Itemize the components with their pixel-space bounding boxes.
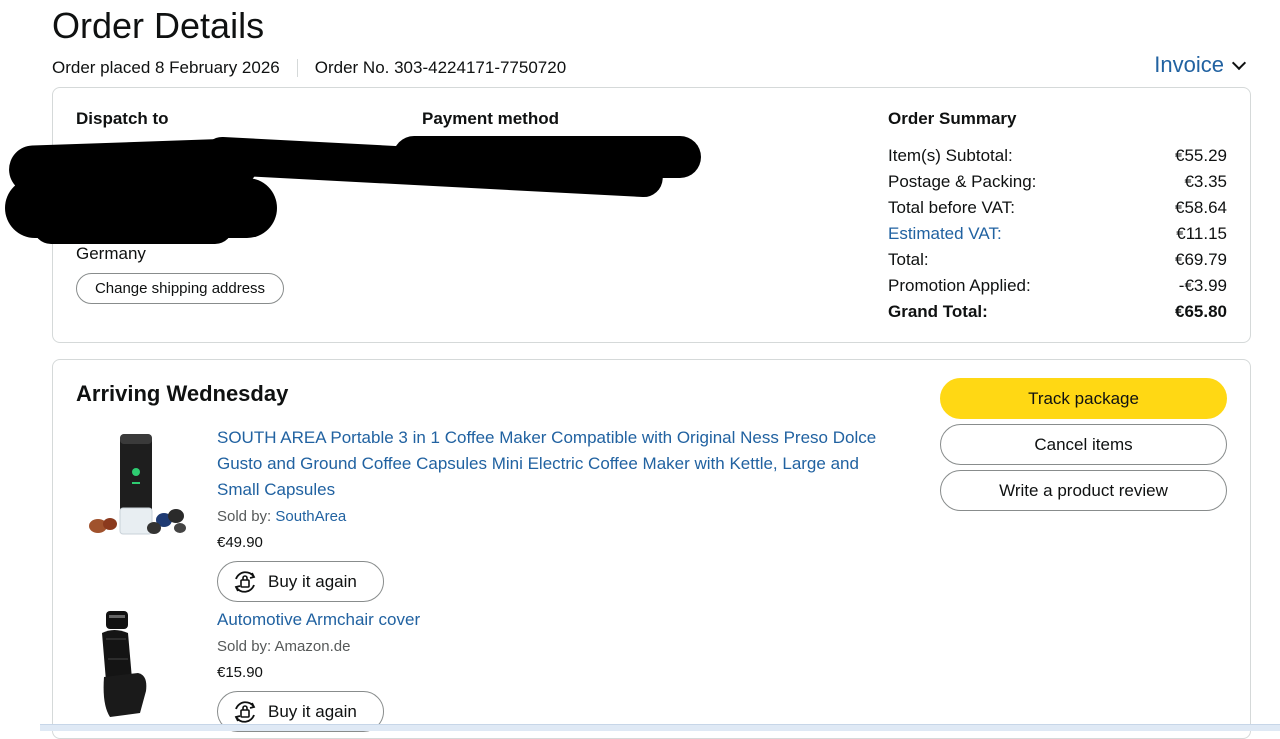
order-meta: Order placed 8 February 2026 Order No. 3… <box>52 57 566 79</box>
summary-label: Item(s) Subtotal: <box>888 146 1013 165</box>
summary-row-total: Total: €69.79 <box>888 247 1227 273</box>
delivery-status-heading: Arriving Wednesday <box>76 381 289 406</box>
summary-row-promotion: Promotion Applied: -€3.99 <box>888 273 1227 299</box>
summary-label: Total before VAT: <box>888 198 1015 217</box>
chevron-down-icon <box>1231 55 1247 71</box>
invoice-dropdown[interactable]: Invoice <box>1154 52 1247 78</box>
sold-by-label: Sold by: Amazon.de <box>217 638 351 655</box>
item-price: €15.90 <box>217 664 263 681</box>
summary-row-postage: Postage & Packing: €3.35 <box>888 169 1227 195</box>
summary-value: €3.35 <box>1184 172 1227 191</box>
summary-value: €58.64 <box>1175 198 1227 217</box>
summary-row-grand-total: Grand Total: €65.80 <box>888 299 1227 325</box>
summary-row-subtotal: Item(s) Subtotal: €55.29 <box>888 143 1227 169</box>
summary-label: Promotion Applied: <box>888 276 1031 295</box>
track-package-button[interactable]: Track package <box>940 378 1227 419</box>
product-title-link[interactable]: SOUTH AREA Portable 3 in 1 Coffee Maker … <box>217 425 887 503</box>
buy-again-button[interactable]: Buy it again <box>217 561 384 602</box>
order-info-card: Dispatch to Payment method Germany Chang… <box>5 87 1251 343</box>
item-details: SOUTH AREA Portable 3 in 1 Coffee Maker … <box>217 425 887 602</box>
order-number: Order No. 303-4224171-7750720 <box>314 58 567 77</box>
bottom-scroll-bar <box>40 724 1280 731</box>
shipment-card: Arriving Wednesday Track package Cancel … <box>52 359 1251 739</box>
coffee-maker-image[interactable] <box>76 430 196 550</box>
sold-by: Sold by: Amazon.de <box>217 637 887 657</box>
summary-value: €65.80 <box>1175 302 1227 321</box>
cancel-items-button[interactable]: Cancel items <box>940 424 1227 465</box>
payment-heading: Payment method <box>422 109 559 128</box>
estimated-vat-link[interactable]: Estimated VAT: <box>888 221 1002 247</box>
summary-value: €55.29 <box>1175 146 1227 165</box>
sold-by-label: Sold by: <box>217 508 276 525</box>
dispatch-country: Germany <box>76 244 146 263</box>
invoice-label: Invoice <box>1154 52 1224 77</box>
buy-again-label: Buy it again <box>268 571 357 591</box>
summary-value: €69.79 <box>1175 250 1227 269</box>
meta-divider <box>296 59 298 77</box>
change-shipping-address-button[interactable]: Change shipping address <box>76 273 284 304</box>
redaction-mark <box>393 136 701 178</box>
buy-again-icon <box>234 700 256 723</box>
redaction-mark <box>33 208 233 244</box>
product-title-link[interactable]: Automotive Armchair cover <box>217 607 887 633</box>
order-summary-heading: Order Summary <box>888 109 1017 128</box>
summary-label: Postage & Packing: <box>888 172 1037 191</box>
summary-label: Total: <box>888 250 929 269</box>
summary-row-vat: Estimated VAT: €11.15 <box>888 221 1227 247</box>
sold-by: Sold by: SouthArea <box>217 507 887 527</box>
order-placed-date: Order placed 8 February 2026 <box>52 58 280 77</box>
seller-link[interactable]: SouthArea <box>275 508 346 525</box>
item-details: Automotive Armchair cover Sold by: Amazo… <box>217 607 887 732</box>
write-review-button[interactable]: Write a product review <box>940 470 1227 511</box>
summary-row-before-vat: Total before VAT: €58.64 <box>888 195 1227 221</box>
summary-value: €11.15 <box>1176 224 1227 243</box>
buy-again-label: Buy it again <box>268 701 357 721</box>
dispatch-heading: Dispatch to <box>76 109 169 128</box>
page-title: Order Details <box>52 5 265 46</box>
item-price: €49.90 <box>217 534 263 551</box>
seat-cover-image[interactable] <box>76 609 196 729</box>
summary-label: Grand Total: <box>888 302 988 321</box>
buy-again-icon <box>234 570 256 593</box>
summary-value: -€3.99 <box>1178 276 1227 295</box>
order-summary: Item(s) Subtotal: €55.29 Postage & Packi… <box>888 143 1227 325</box>
